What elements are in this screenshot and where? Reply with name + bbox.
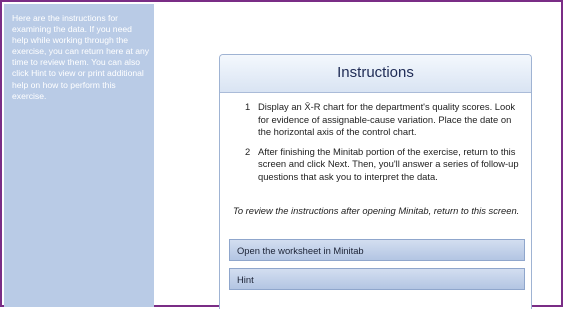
instruction-step: 2 After finishing the Minitab portion of… bbox=[220, 146, 531, 184]
instructions-title: Instructions bbox=[337, 64, 414, 81]
sidebar-help-text: Here are the instructions for examining … bbox=[12, 13, 150, 101]
instructions-note: To review the instructions after opening… bbox=[233, 205, 520, 216]
open-worksheet-label: Open the worksheet in Minitab bbox=[237, 245, 364, 256]
hint-button[interactable]: Hint bbox=[229, 268, 525, 290]
instructions-panel: Instructions 1 Display an X̄-R chart for… bbox=[219, 54, 532, 309]
instruction-step: 1 Display an X̄-R chart for the departme… bbox=[220, 101, 531, 139]
sidebar: Here are the instructions for examining … bbox=[4, 4, 154, 307]
step-text: After finishing the Minitab portion of t… bbox=[258, 145, 519, 182]
step-number: 2 bbox=[245, 145, 251, 157]
hint-label: Hint bbox=[237, 274, 254, 285]
step-number: 1 bbox=[245, 101, 251, 112]
open-worksheet-button[interactable]: Open the worksheet in Minitab bbox=[229, 239, 525, 261]
step-text: Display an X̄-R chart for the department… bbox=[258, 101, 516, 138]
instructions-steps: 1 Display an X̄-R chart for the departme… bbox=[220, 101, 531, 191]
instructions-header: Instructions bbox=[220, 55, 531, 93]
app-frame: Here are the instructions for examining … bbox=[0, 0, 563, 309]
